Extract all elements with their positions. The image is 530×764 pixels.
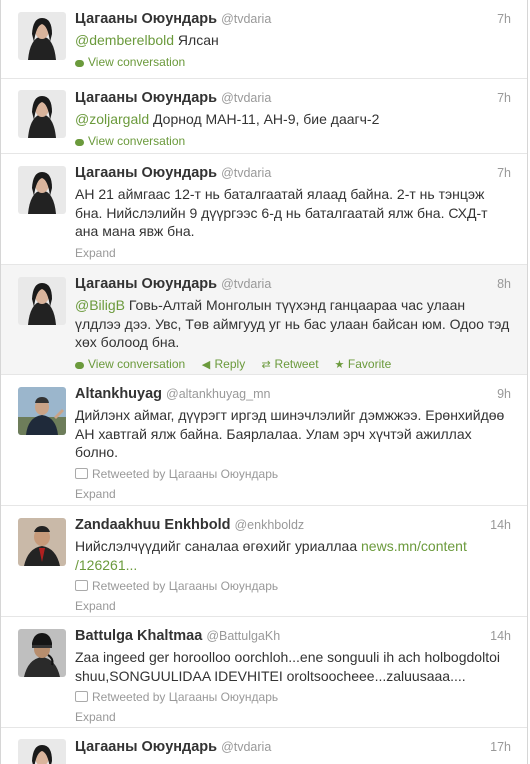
retweet-icon bbox=[75, 467, 88, 479]
avatar[interactable] bbox=[18, 12, 66, 60]
tweet-fullname[interactable]: Цагааны Оюундарь bbox=[75, 11, 217, 27]
retweeted-by[interactable]: Retweeted by Цагааны Оюундарь bbox=[75, 689, 511, 705]
tweet-username[interactable]: @altankhuyag_mn bbox=[166, 387, 270, 401]
tweet-item[interactable]: Цагааны Оюундарь @tvdaria 17h bbox=[1, 728, 527, 764]
expand-link[interactable]: Expand bbox=[75, 486, 511, 502]
view-conversation-link[interactable]: View conversation bbox=[75, 356, 185, 372]
expand-link[interactable]: Expand bbox=[75, 598, 511, 614]
tweet-timestamp[interactable]: 17h bbox=[490, 738, 511, 756]
avatar[interactable] bbox=[18, 166, 66, 214]
tweet-username[interactable]: @tvdaria bbox=[221, 12, 271, 26]
tweet-mention[interactable]: @zoljargald bbox=[75, 111, 149, 127]
conversation-bubble-icon bbox=[75, 361, 84, 369]
reply-button[interactable]: ◀ Reply bbox=[201, 356, 245, 373]
retweet-icon bbox=[75, 691, 88, 702]
tweet-timestamp[interactable]: 7h bbox=[497, 89, 511, 107]
view-conversation-link[interactable]: View conversation bbox=[75, 133, 185, 149]
tweet-fullname[interactable]: Цагааны Оюундарь bbox=[75, 165, 217, 181]
tweet-fullname[interactable]: Battulga Khaltmaa bbox=[75, 628, 202, 644]
avatar[interactable] bbox=[18, 739, 66, 764]
tweet-fullname[interactable]: Цагааны Оюундарь bbox=[75, 276, 217, 292]
tweet-timestamp[interactable]: 7h bbox=[497, 10, 511, 28]
tweet-item[interactable]: Battulga Khaltmaa @BattulgaKh 14h Zaa ing… bbox=[1, 617, 527, 728]
tweet-text: @zoljargald Дорнод МАН-11, АН-9, бие даа… bbox=[75, 111, 380, 127]
tweet-item[interactable]: Цагааны Оюундарь @tvdaria 8h @BiligB Говь… bbox=[1, 265, 527, 375]
avatar[interactable] bbox=[18, 387, 66, 435]
tweet-fullname[interactable]: Цагааны Оюундарь bbox=[75, 90, 217, 106]
reply-arrow-icon: ◀ bbox=[201, 358, 211, 371]
avatar[interactable] bbox=[18, 90, 66, 138]
tweet-username[interactable]: @tvdaria bbox=[221, 277, 271, 291]
tweet-mention[interactable]: @BiligB bbox=[75, 297, 125, 313]
expand-link[interactable]: Expand bbox=[75, 245, 511, 261]
avatar[interactable] bbox=[18, 629, 66, 677]
tweet-item[interactable]: Altankhuyag @altankhuyag_mn 9h Дийлэнх ай… bbox=[1, 375, 527, 506]
view-conversation-link[interactable]: View conversation bbox=[75, 54, 185, 70]
conversation-bubble-icon bbox=[75, 59, 84, 67]
tweet-timestamp[interactable]: 7h bbox=[497, 164, 511, 182]
tweet-text: Нийслэлчүүдийг саналаа өгөхийг уриаллаа … bbox=[75, 538, 467, 573]
retweeted-by[interactable]: Retweeted by Цагааны Оюундарь bbox=[75, 466, 511, 482]
tweet-fullname[interactable]: Zandaakhuu Enkhbold bbox=[75, 517, 230, 533]
tweet-item[interactable]: Цагааны Оюундарь @tvdaria 7h @demberelbol… bbox=[1, 0, 527, 79]
avatar[interactable] bbox=[18, 518, 66, 566]
tweet-item[interactable]: Zandaakhuu Enkhbold @enkhboldz 14h Нийслэ… bbox=[1, 506, 527, 617]
conversation-bubble-icon bbox=[75, 138, 84, 146]
retweeted-by[interactable]: Retweeted by Цагааны Оюундарь bbox=[75, 578, 511, 594]
tweet-fullname[interactable]: Цагааны Оюундарь bbox=[75, 739, 217, 755]
tweet-item[interactable]: Цагааны Оюундарь @tvdaria 7h @zoljargald … bbox=[1, 79, 527, 154]
tweet-mention[interactable]: @demberelbold bbox=[75, 32, 174, 48]
tweet-text: Zaa ingeed ger horoolloo oorchloh...ene … bbox=[75, 649, 500, 684]
avatar[interactable] bbox=[18, 277, 66, 325]
tweet-username[interactable]: @enkhboldz bbox=[234, 518, 304, 532]
tweet-timestamp[interactable]: 8h bbox=[497, 275, 511, 293]
tweet-text: @demberelbold Ялсан bbox=[75, 32, 219, 48]
retweet-icon: ⇄ bbox=[261, 358, 271, 371]
expand-link[interactable]: Expand bbox=[75, 709, 511, 725]
star-icon: ★ bbox=[334, 358, 345, 371]
tweet-username[interactable]: @BattulgaKh bbox=[206, 629, 280, 643]
tweet-username[interactable]: @tvdaria bbox=[221, 166, 271, 180]
tweet-timestamp[interactable]: 14h bbox=[490, 627, 511, 645]
tweet-username[interactable]: @tvdaria bbox=[221, 91, 271, 105]
retweet-button[interactable]: ⇄ Retweet bbox=[261, 356, 318, 373]
tweet-text: Дийлэнх аймаг, дүүрэгт иргэд шинэчлэлийг… bbox=[75, 407, 505, 460]
tweet-fullname[interactable]: Altankhuyag bbox=[75, 386, 162, 402]
tweet-username[interactable]: @tvdaria bbox=[221, 740, 271, 754]
tweet-timestamp[interactable]: 14h bbox=[490, 516, 511, 534]
tweet-timestamp[interactable]: 9h bbox=[497, 385, 511, 403]
retweet-icon bbox=[75, 580, 88, 591]
favorite-button[interactable]: ★ Favorite bbox=[334, 356, 391, 373]
tweet-text: АН 21 аймгаас 12-т нь баталгаатай ялаад … bbox=[75, 186, 488, 239]
tweet-text: @BiligB Говь-Алтай Монголын түүхэнд ганц… bbox=[75, 297, 510, 350]
tweet-item[interactable]: Цагааны Оюундарь @tvdaria 7h АН 21 аймгаа… bbox=[1, 154, 527, 265]
